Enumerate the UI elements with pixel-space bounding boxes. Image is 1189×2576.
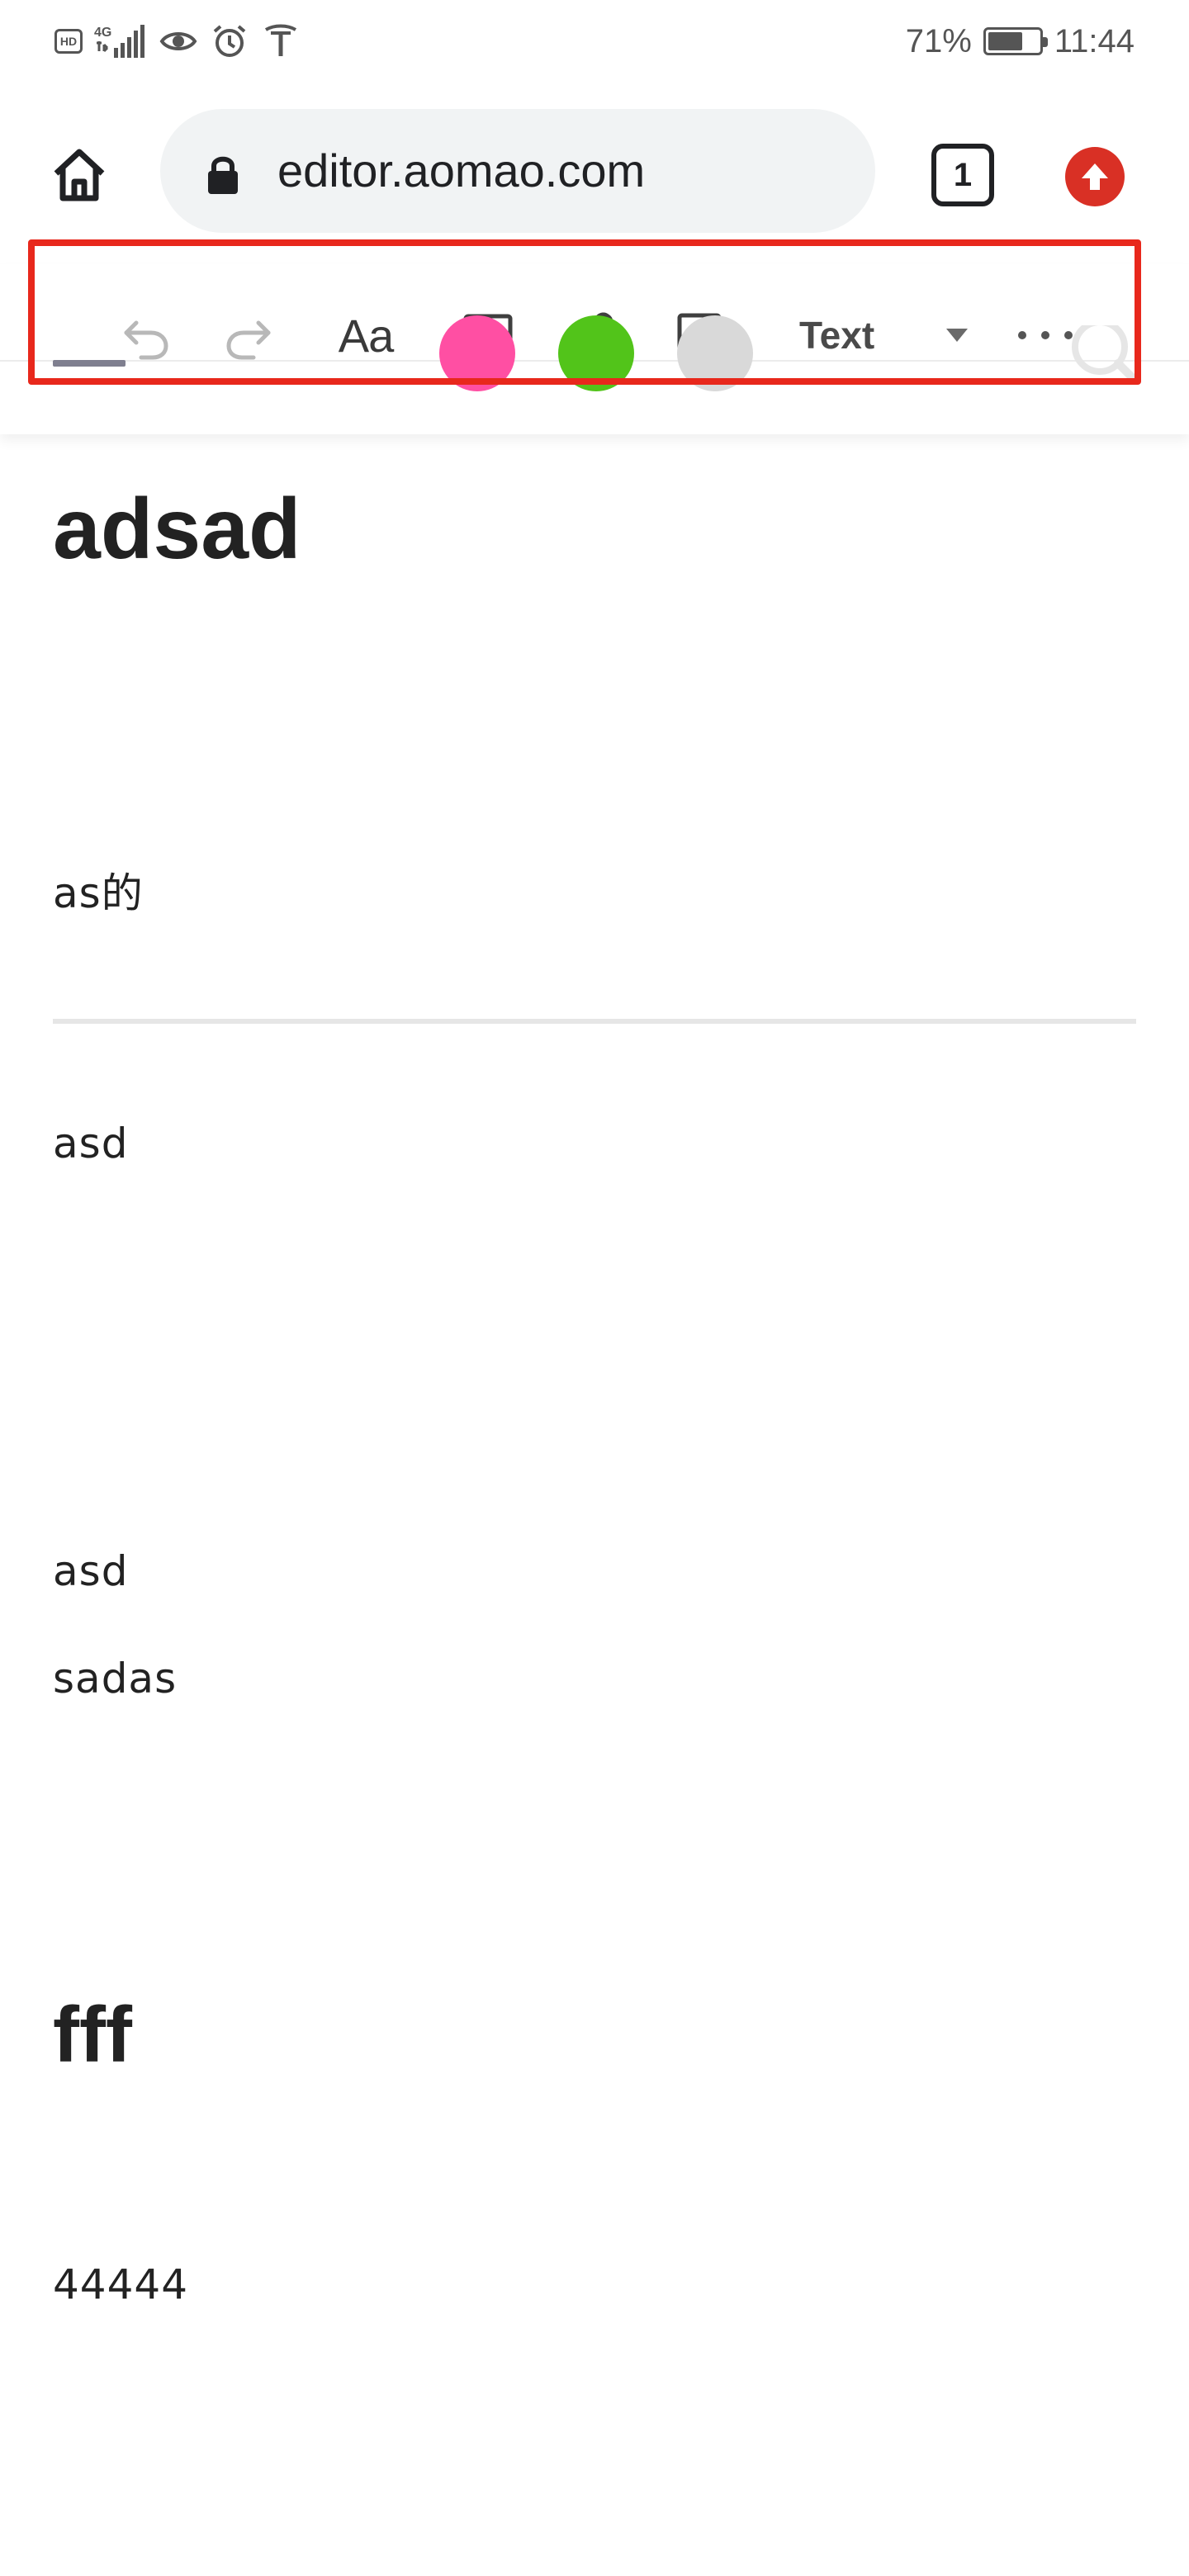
document-title[interactable]: adsad [53, 481, 301, 579]
status-icons-right: 71% 11:44 [906, 20, 1135, 63]
update-button[interactable] [1065, 147, 1125, 206]
paragraph[interactable]: sadas [53, 1655, 177, 1702]
paragraph[interactable]: as的 [53, 860, 144, 920]
browser-address-bar: editor.aomao.com 1 [0, 83, 1189, 264]
home-icon [54, 149, 105, 201]
url-text: editor.aomao.com [277, 144, 646, 197]
highlight-annotation-box [28, 239, 1141, 385]
battery-icon [983, 27, 1048, 55]
tesla-icon [261, 21, 301, 61]
home-button[interactable] [45, 140, 114, 210]
tab-switcher-button[interactable]: 1 [931, 144, 994, 206]
clock: 11:44 [1054, 22, 1135, 59]
status-bar: HD 4G 71% 11:44 [0, 0, 1189, 83]
paragraph[interactable]: asd [53, 1547, 128, 1595]
alarm-icon [210, 21, 249, 61]
hd-icon: HD [54, 29, 83, 54]
battery-percent: 71% [905, 22, 972, 59]
url-field[interactable]: editor.aomao.com [160, 109, 875, 233]
horizontal-rule [53, 1019, 1136, 1024]
paragraph[interactable]: 44444 [53, 2261, 188, 2308]
signal-icon: 4G [94, 23, 147, 59]
paragraph[interactable]: asd [53, 1120, 128, 1167]
section-heading[interactable]: fff [53, 1990, 132, 2081]
lock-icon [208, 156, 238, 194]
battery-level [988, 32, 1022, 50]
network-type-label: 4G [94, 26, 111, 40]
status-icons-left: HD 4G [54, 20, 301, 63]
eye-icon [159, 21, 198, 61]
update-arrow-icon [1082, 163, 1108, 190]
